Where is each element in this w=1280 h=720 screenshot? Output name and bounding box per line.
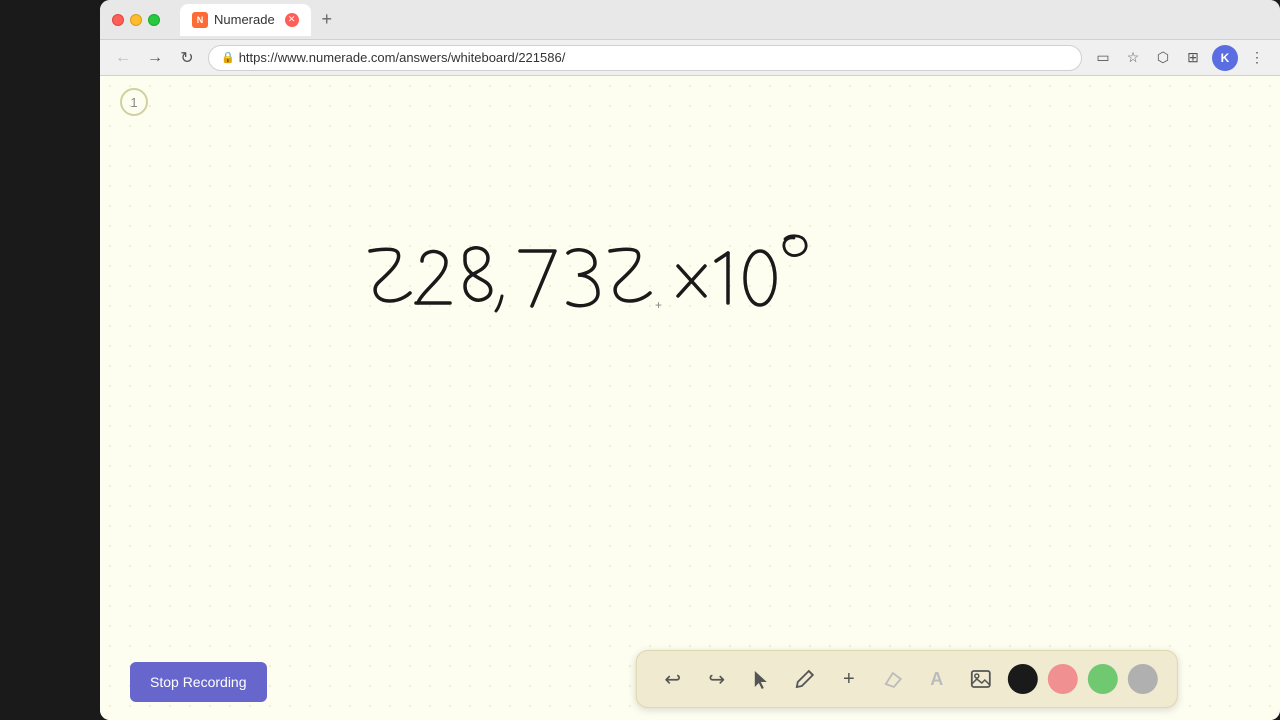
cursor-icon (751, 669, 771, 689)
math-content: + (360, 231, 840, 346)
bottom-toolbar: ↩ ↪ + (636, 650, 1178, 708)
minimize-button[interactable] (130, 14, 142, 26)
image-icon (970, 668, 992, 690)
sidebar-icon[interactable]: ⊞ (1182, 47, 1204, 69)
page-indicator: 1 (120, 88, 148, 116)
whiteboard-area[interactable]: 1 (100, 76, 1280, 720)
browser-window: N Numerade ✕ + ← → ↻ 🔒 https://www.numer… (100, 0, 1280, 720)
svg-text:+: + (655, 298, 662, 312)
pen-icon (795, 669, 815, 689)
tab-favicon: N (192, 12, 208, 28)
url-text: https://www.numerade.com/answers/whitebo… (239, 50, 566, 65)
traffic-lights (112, 14, 160, 26)
active-tab[interactable]: N Numerade ✕ (180, 4, 311, 36)
new-tab-button[interactable]: + (315, 8, 339, 32)
refresh-button[interactable]: ↻ (176, 47, 198, 69)
title-bar: N Numerade ✕ + (100, 0, 1280, 40)
maximize-button[interactable] (148, 14, 160, 26)
url-input[interactable]: 🔒 https://www.numerade.com/answers/white… (208, 45, 1082, 71)
text-tool-button[interactable]: A (917, 659, 957, 699)
add-button[interactable]: + (829, 659, 869, 699)
address-bar: ← → ↻ 🔒 https://www.numerade.com/answers… (100, 40, 1280, 76)
eraser-icon (883, 669, 903, 689)
stop-recording-button[interactable]: Stop Recording (130, 662, 267, 702)
image-tool-button[interactable] (961, 659, 1001, 699)
eraser-tool-button[interactable] (873, 659, 913, 699)
forward-button[interactable]: → (144, 47, 166, 69)
tab-label: Numerade (214, 12, 275, 27)
undo-button[interactable]: ↩ (653, 659, 693, 699)
color-pink-button[interactable] (1048, 664, 1078, 694)
close-button[interactable] (112, 14, 124, 26)
tab-close-icon[interactable]: ✕ (285, 13, 299, 27)
color-green-button[interactable] (1088, 664, 1118, 694)
color-gray-button[interactable] (1128, 664, 1158, 694)
lock-icon: 🔒 (221, 51, 235, 64)
extensions-icon[interactable]: ⬡ (1152, 47, 1174, 69)
user-avatar[interactable]: K (1212, 45, 1238, 71)
math-svg: + (360, 231, 840, 341)
tab-bar: N Numerade ✕ + (180, 0, 1268, 39)
color-black-button[interactable] (1008, 664, 1038, 694)
browser-toolbar-icons: ▭ ☆ ⬡ ⊞ K ⋮ (1092, 45, 1268, 71)
screen-record-icon[interactable]: ▭ (1092, 47, 1114, 69)
cursor-tool-button[interactable] (741, 659, 781, 699)
pen-tool-button[interactable] (785, 659, 825, 699)
redo-button[interactable]: ↪ (697, 659, 737, 699)
browser-menu-icon[interactable]: ⋮ (1246, 47, 1268, 69)
bookmark-icon[interactable]: ☆ (1122, 47, 1144, 69)
back-button[interactable]: ← (112, 47, 134, 69)
